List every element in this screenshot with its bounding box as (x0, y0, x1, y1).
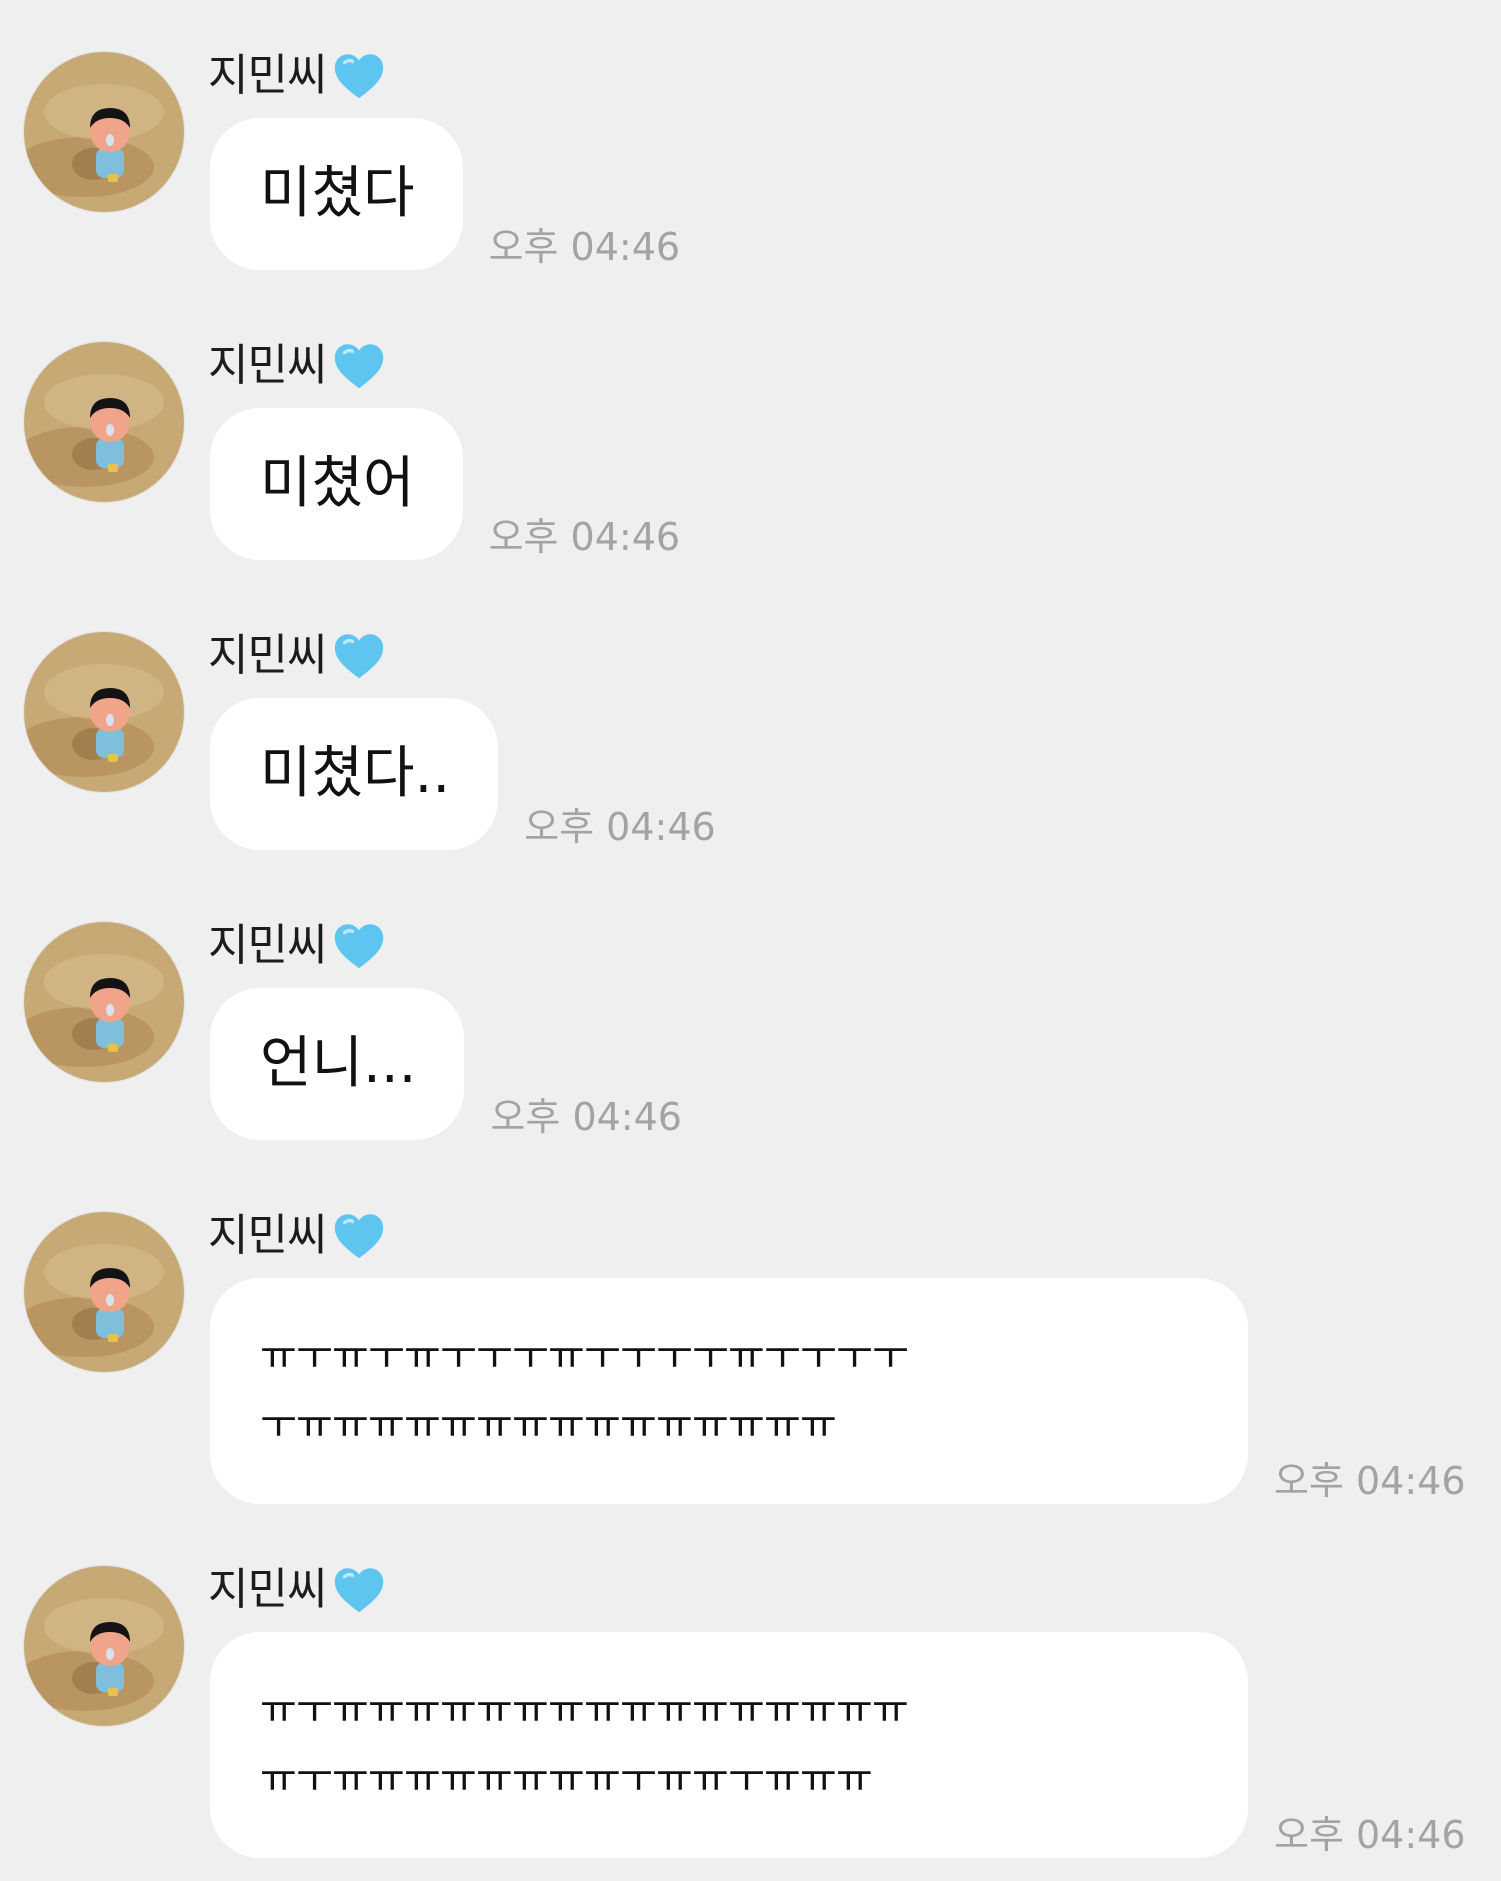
sender-avatar[interactable] (24, 342, 184, 502)
avatar-image (24, 632, 184, 792)
blue-heart-icon (335, 1568, 384, 1613)
message-bubble[interactable]: 미쳤다.. (210, 698, 499, 850)
blue-heart-icon (335, 54, 384, 99)
blue-heart-icon (335, 634, 384, 679)
message-time: 오후 04:46 (1274, 1459, 1466, 1503)
message-time: 오후 04:46 (1274, 1813, 1466, 1857)
sender-avatar[interactable] (24, 1212, 184, 1372)
message-bubble[interactable]: 미쳤어 (210, 408, 463, 560)
blue-heart-icon (335, 344, 384, 389)
avatar-image (24, 52, 184, 212)
blue-heart-icon (335, 1214, 384, 1259)
blue-heart-icon (335, 924, 384, 969)
sender-name: 지민씨 (208, 1210, 327, 1261)
sender-avatar[interactable] (24, 922, 184, 1082)
sender-name: 지민씨 (208, 630, 327, 681)
sender-name: 지민씨 (208, 340, 327, 391)
message-bubble[interactable]: ㅠㅜㅠㅜㅠㅜㅜㅜㅠㅜㅜㅜㅜㅠㅜㅜㅜㅜ ㅜㅠㅠㅠㅠㅠㅠㅠㅠㅠㅠㅠㅠㅠㅠㅠ (210, 1278, 1248, 1504)
message-bubble[interactable]: ㅠㅜㅠㅠㅠㅠㅠㅠㅠㅠㅠㅠㅠㅠㅠㅠㅠㅠ ㅠㅜㅠㅠㅠㅠㅠㅠㅠㅠㅜㅠㅠㅜㅠㅠㅠ (210, 1632, 1248, 1858)
sender-avatar[interactable] (24, 1566, 184, 1726)
chat-message: 지민씨 ㅠㅜㅠㅜㅠㅜㅜㅜㅠㅜㅜㅜㅜㅠㅜㅜㅜㅜ ㅜㅠㅠㅠㅠㅠㅠㅠㅠㅠㅠㅠㅠㅠㅠㅠ … (0, 1196, 1501, 1516)
message-time: 오후 04:46 (488, 515, 681, 559)
chat-message: 지민씨 언니... 오후 04:46 (0, 906, 1501, 1176)
chat-message: 지민씨 미쳤다.. 오후 04:46 (0, 616, 1501, 886)
message-time: 오후 04:46 (524, 805, 716, 849)
message-bubble[interactable]: 언니... (210, 988, 465, 1140)
sender-avatar[interactable] (24, 632, 184, 792)
sender-avatar[interactable] (24, 52, 184, 212)
chat-message: 지민씨 미쳤다 오후 04:46 (0, 36, 1501, 306)
sender-name: 지민씨 (208, 1564, 327, 1615)
avatar-image (24, 342, 184, 502)
message-time: 오후 04:46 (490, 1095, 682, 1139)
message-bubble[interactable]: 미쳤다 (210, 118, 463, 270)
message-time: 오후 04:46 (488, 225, 681, 269)
chat-message: 지민씨 ㅠㅜㅠㅠㅠㅠㅠㅠㅠㅠㅠㅠㅠㅠㅠㅠㅠㅠ ㅠㅜㅠㅠㅠㅠㅠㅠㅠㅠㅜㅠㅠㅜㅠㅠㅠ… (0, 1550, 1501, 1870)
avatar-image (24, 1212, 184, 1372)
sender-name: 지민씨 (208, 920, 327, 971)
avatar-image (24, 922, 184, 1082)
sender-name: 지민씨 (208, 50, 327, 101)
chat-message: 지민씨 미쳤어 오후 04:46 (0, 326, 1501, 596)
avatar-image (24, 1566, 184, 1726)
